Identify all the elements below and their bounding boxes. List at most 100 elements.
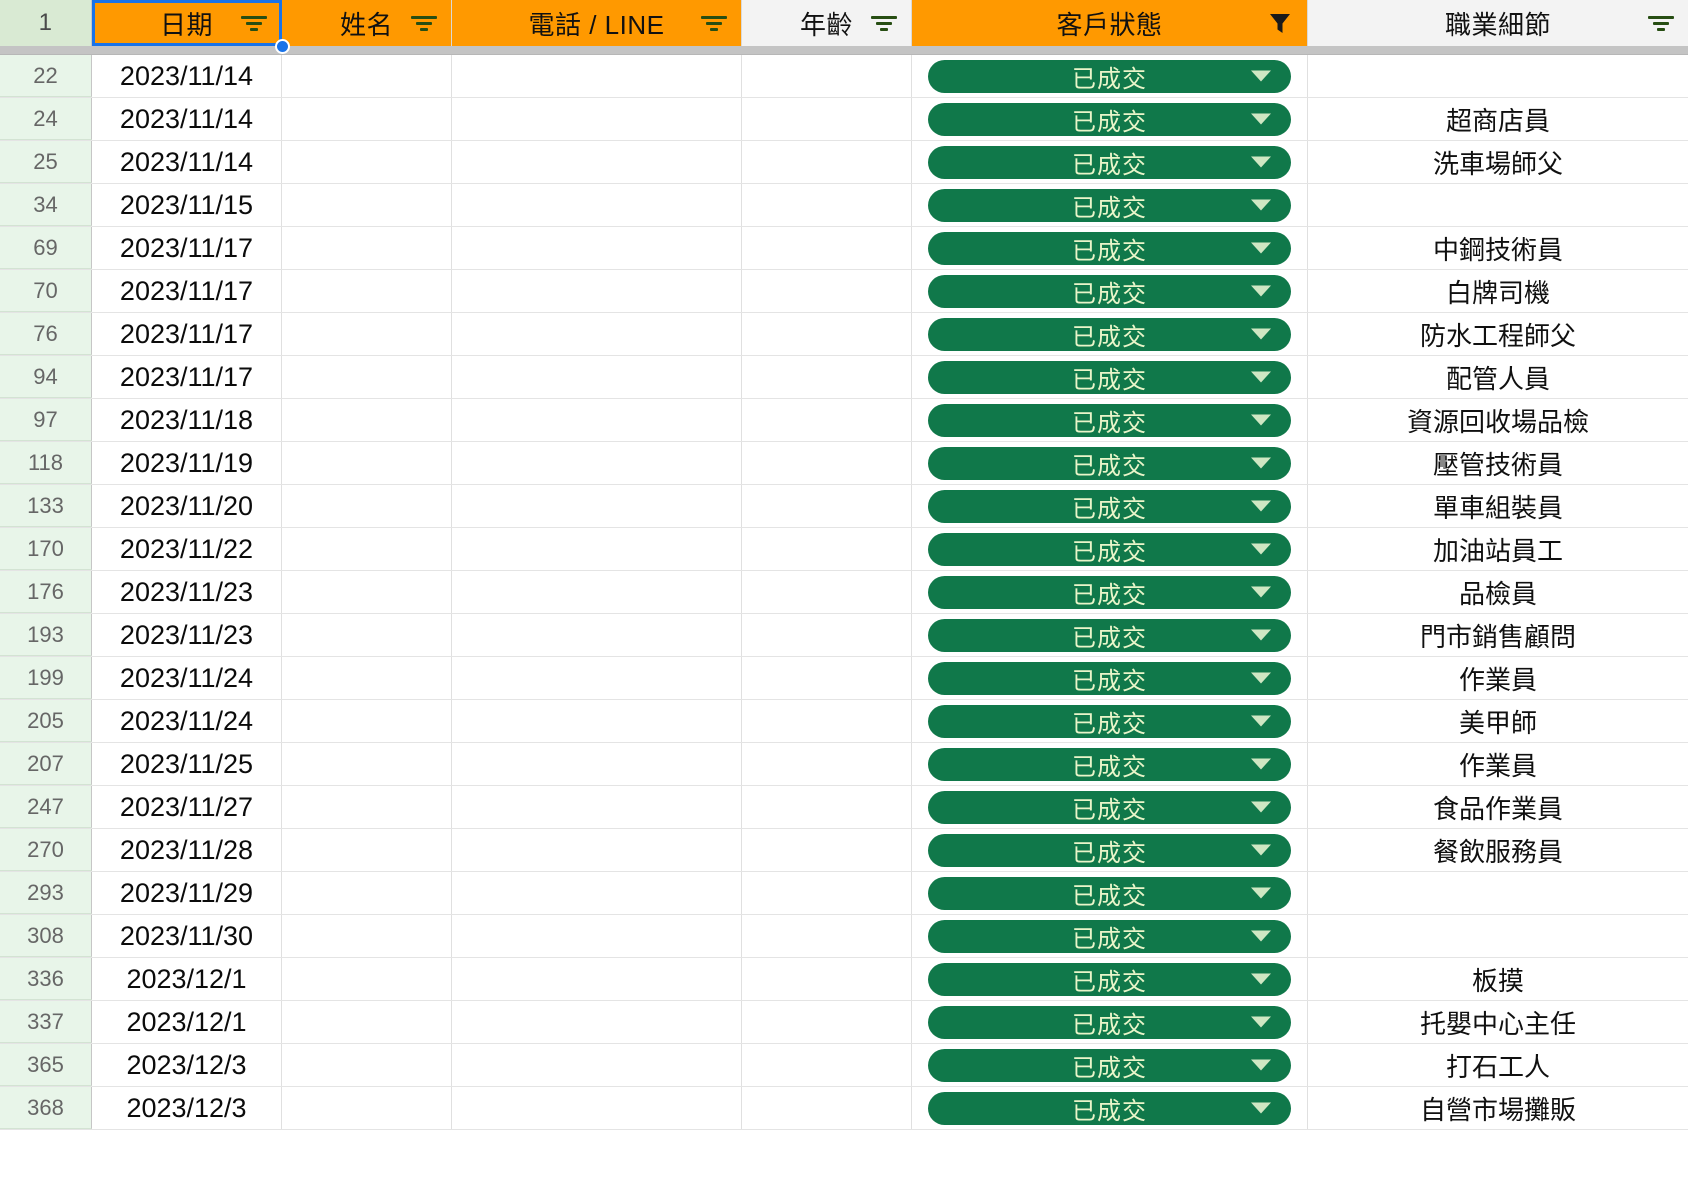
cell-name[interactable] [282, 270, 452, 312]
row-number-cell[interactable]: 24 [0, 98, 92, 140]
table-row[interactable]: 94 2023/11/17 已成交 配管人員 [0, 356, 1688, 399]
chevron-down-icon[interactable] [1251, 285, 1271, 297]
status-badge[interactable]: 已成交 [928, 747, 1291, 781]
table-row[interactable]: 118 2023/11/19 已成交 壓管技術員 [0, 442, 1688, 485]
status-badge[interactable]: 已成交 [928, 575, 1291, 609]
cell-date[interactable]: 2023/12/3 [92, 1044, 282, 1086]
filter-icon-phone-line[interactable] [701, 13, 727, 33]
cell-age[interactable] [742, 915, 912, 957]
cell-job-detail[interactable]: 超商店員 [1308, 98, 1688, 140]
status-badge[interactable]: 已成交 [928, 59, 1291, 93]
cell-age[interactable] [742, 442, 912, 484]
cell-name[interactable] [282, 399, 452, 441]
cell-phone-line[interactable] [452, 313, 742, 355]
cell-name[interactable] [282, 958, 452, 1000]
chevron-down-icon[interactable] [1251, 629, 1271, 641]
column-header-age[interactable]: 年齡 [742, 0, 912, 46]
cell-customer-status[interactable]: 已成交 [912, 141, 1308, 183]
cell-phone-line[interactable] [452, 1044, 742, 1086]
row-number-cell[interactable]: 308 [0, 915, 92, 957]
chevron-down-icon[interactable] [1251, 113, 1271, 125]
status-badge[interactable]: 已成交 [928, 231, 1291, 265]
chevron-down-icon[interactable] [1251, 70, 1271, 82]
cell-customer-status[interactable]: 已成交 [912, 872, 1308, 914]
cell-date[interactable]: 2023/11/24 [92, 657, 282, 699]
cell-customer-status[interactable]: 已成交 [912, 1087, 1308, 1129]
cell-name[interactable] [282, 485, 452, 527]
cell-job-detail[interactable]: 作業員 [1308, 743, 1688, 785]
cell-date[interactable]: 2023/11/19 [92, 442, 282, 484]
cell-date[interactable]: 2023/12/3 [92, 1087, 282, 1129]
cell-customer-status[interactable]: 已成交 [912, 356, 1308, 398]
cell-customer-status[interactable]: 已成交 [912, 657, 1308, 699]
table-row[interactable]: 70 2023/11/17 已成交 白牌司機 [0, 270, 1688, 313]
row-number-cell[interactable]: 368 [0, 1087, 92, 1129]
status-badge[interactable]: 已成交 [928, 188, 1291, 222]
cell-age[interactable] [742, 227, 912, 269]
cell-phone-line[interactable] [452, 356, 742, 398]
cell-date[interactable]: 2023/11/25 [92, 743, 282, 785]
cell-name[interactable] [282, 313, 452, 355]
cell-customer-status[interactable]: 已成交 [912, 442, 1308, 484]
table-row[interactable]: 308 2023/11/30 已成交 [0, 915, 1688, 958]
cell-age[interactable] [742, 356, 912, 398]
row-number-cell[interactable]: 34 [0, 184, 92, 226]
cell-date[interactable]: 2023/11/20 [92, 485, 282, 527]
cell-date[interactable]: 2023/11/23 [92, 571, 282, 613]
cell-name[interactable] [282, 98, 452, 140]
cell-name[interactable] [282, 700, 452, 742]
table-row[interactable]: 205 2023/11/24 已成交 美甲師 [0, 700, 1688, 743]
cell-date[interactable]: 2023/11/24 [92, 700, 282, 742]
cell-customer-status[interactable]: 已成交 [912, 227, 1308, 269]
cell-phone-line[interactable] [452, 141, 742, 183]
chevron-down-icon[interactable] [1251, 1016, 1271, 1028]
column-header-customer-status[interactable]: 客戶狀態 [912, 0, 1308, 46]
row-number-cell[interactable]: 270 [0, 829, 92, 871]
cell-customer-status[interactable]: 已成交 [912, 743, 1308, 785]
chevron-down-icon[interactable] [1251, 586, 1271, 598]
status-badge[interactable]: 已成交 [928, 962, 1291, 996]
status-badge[interactable]: 已成交 [928, 1005, 1291, 1039]
filter-icon-age[interactable] [871, 13, 897, 33]
status-badge[interactable]: 已成交 [928, 876, 1291, 910]
status-badge[interactable]: 已成交 [928, 833, 1291, 867]
column-header-name[interactable]: 姓名 [282, 0, 452, 46]
cell-customer-status[interactable]: 已成交 [912, 700, 1308, 742]
cell-age[interactable] [742, 571, 912, 613]
cell-job-detail[interactable]: 單車組裝員 [1308, 485, 1688, 527]
cell-date[interactable]: 2023/11/28 [92, 829, 282, 871]
cell-name[interactable] [282, 614, 452, 656]
cell-age[interactable] [742, 55, 912, 97]
row-number-cell[interactable]: 133 [0, 485, 92, 527]
cell-age[interactable] [742, 98, 912, 140]
cell-phone-line[interactable] [452, 571, 742, 613]
cell-job-detail[interactable]: 壓管技術員 [1308, 442, 1688, 484]
table-row[interactable]: 270 2023/11/28 已成交 餐飲服務員 [0, 829, 1688, 872]
cell-customer-status[interactable]: 已成交 [912, 184, 1308, 226]
chevron-down-icon[interactable] [1251, 1102, 1271, 1114]
cell-date[interactable]: 2023/11/29 [92, 872, 282, 914]
cell-job-detail[interactable]: 中鋼技術員 [1308, 227, 1688, 269]
cell-phone-line[interactable] [452, 184, 742, 226]
cell-job-detail[interactable]: 資源回收場品檢 [1308, 399, 1688, 441]
status-badge[interactable]: 已成交 [928, 919, 1291, 953]
filter-icon-date[interactable] [241, 13, 267, 33]
cell-name[interactable] [282, 915, 452, 957]
cell-customer-status[interactable]: 已成交 [912, 958, 1308, 1000]
cell-job-detail[interactable]: 品檢員 [1308, 571, 1688, 613]
selection-fill-handle[interactable] [275, 39, 290, 54]
cell-job-detail[interactable]: 板摸 [1308, 958, 1688, 1000]
cell-job-detail[interactable]: 加油站員工 [1308, 528, 1688, 570]
cell-age[interactable] [742, 141, 912, 183]
cell-age[interactable] [742, 657, 912, 699]
table-row[interactable]: 207 2023/11/25 已成交 作業員 [0, 743, 1688, 786]
chevron-down-icon[interactable] [1251, 543, 1271, 555]
cell-name[interactable] [282, 528, 452, 570]
row-number-cell[interactable]: 69 [0, 227, 92, 269]
status-badge[interactable]: 已成交 [928, 704, 1291, 738]
row-number-cell[interactable]: 70 [0, 270, 92, 312]
cell-phone-line[interactable] [452, 1087, 742, 1129]
chevron-down-icon[interactable] [1251, 758, 1271, 770]
cell-phone-line[interactable] [452, 657, 742, 699]
table-row[interactable]: 365 2023/12/3 已成交 打石工人 [0, 1044, 1688, 1087]
